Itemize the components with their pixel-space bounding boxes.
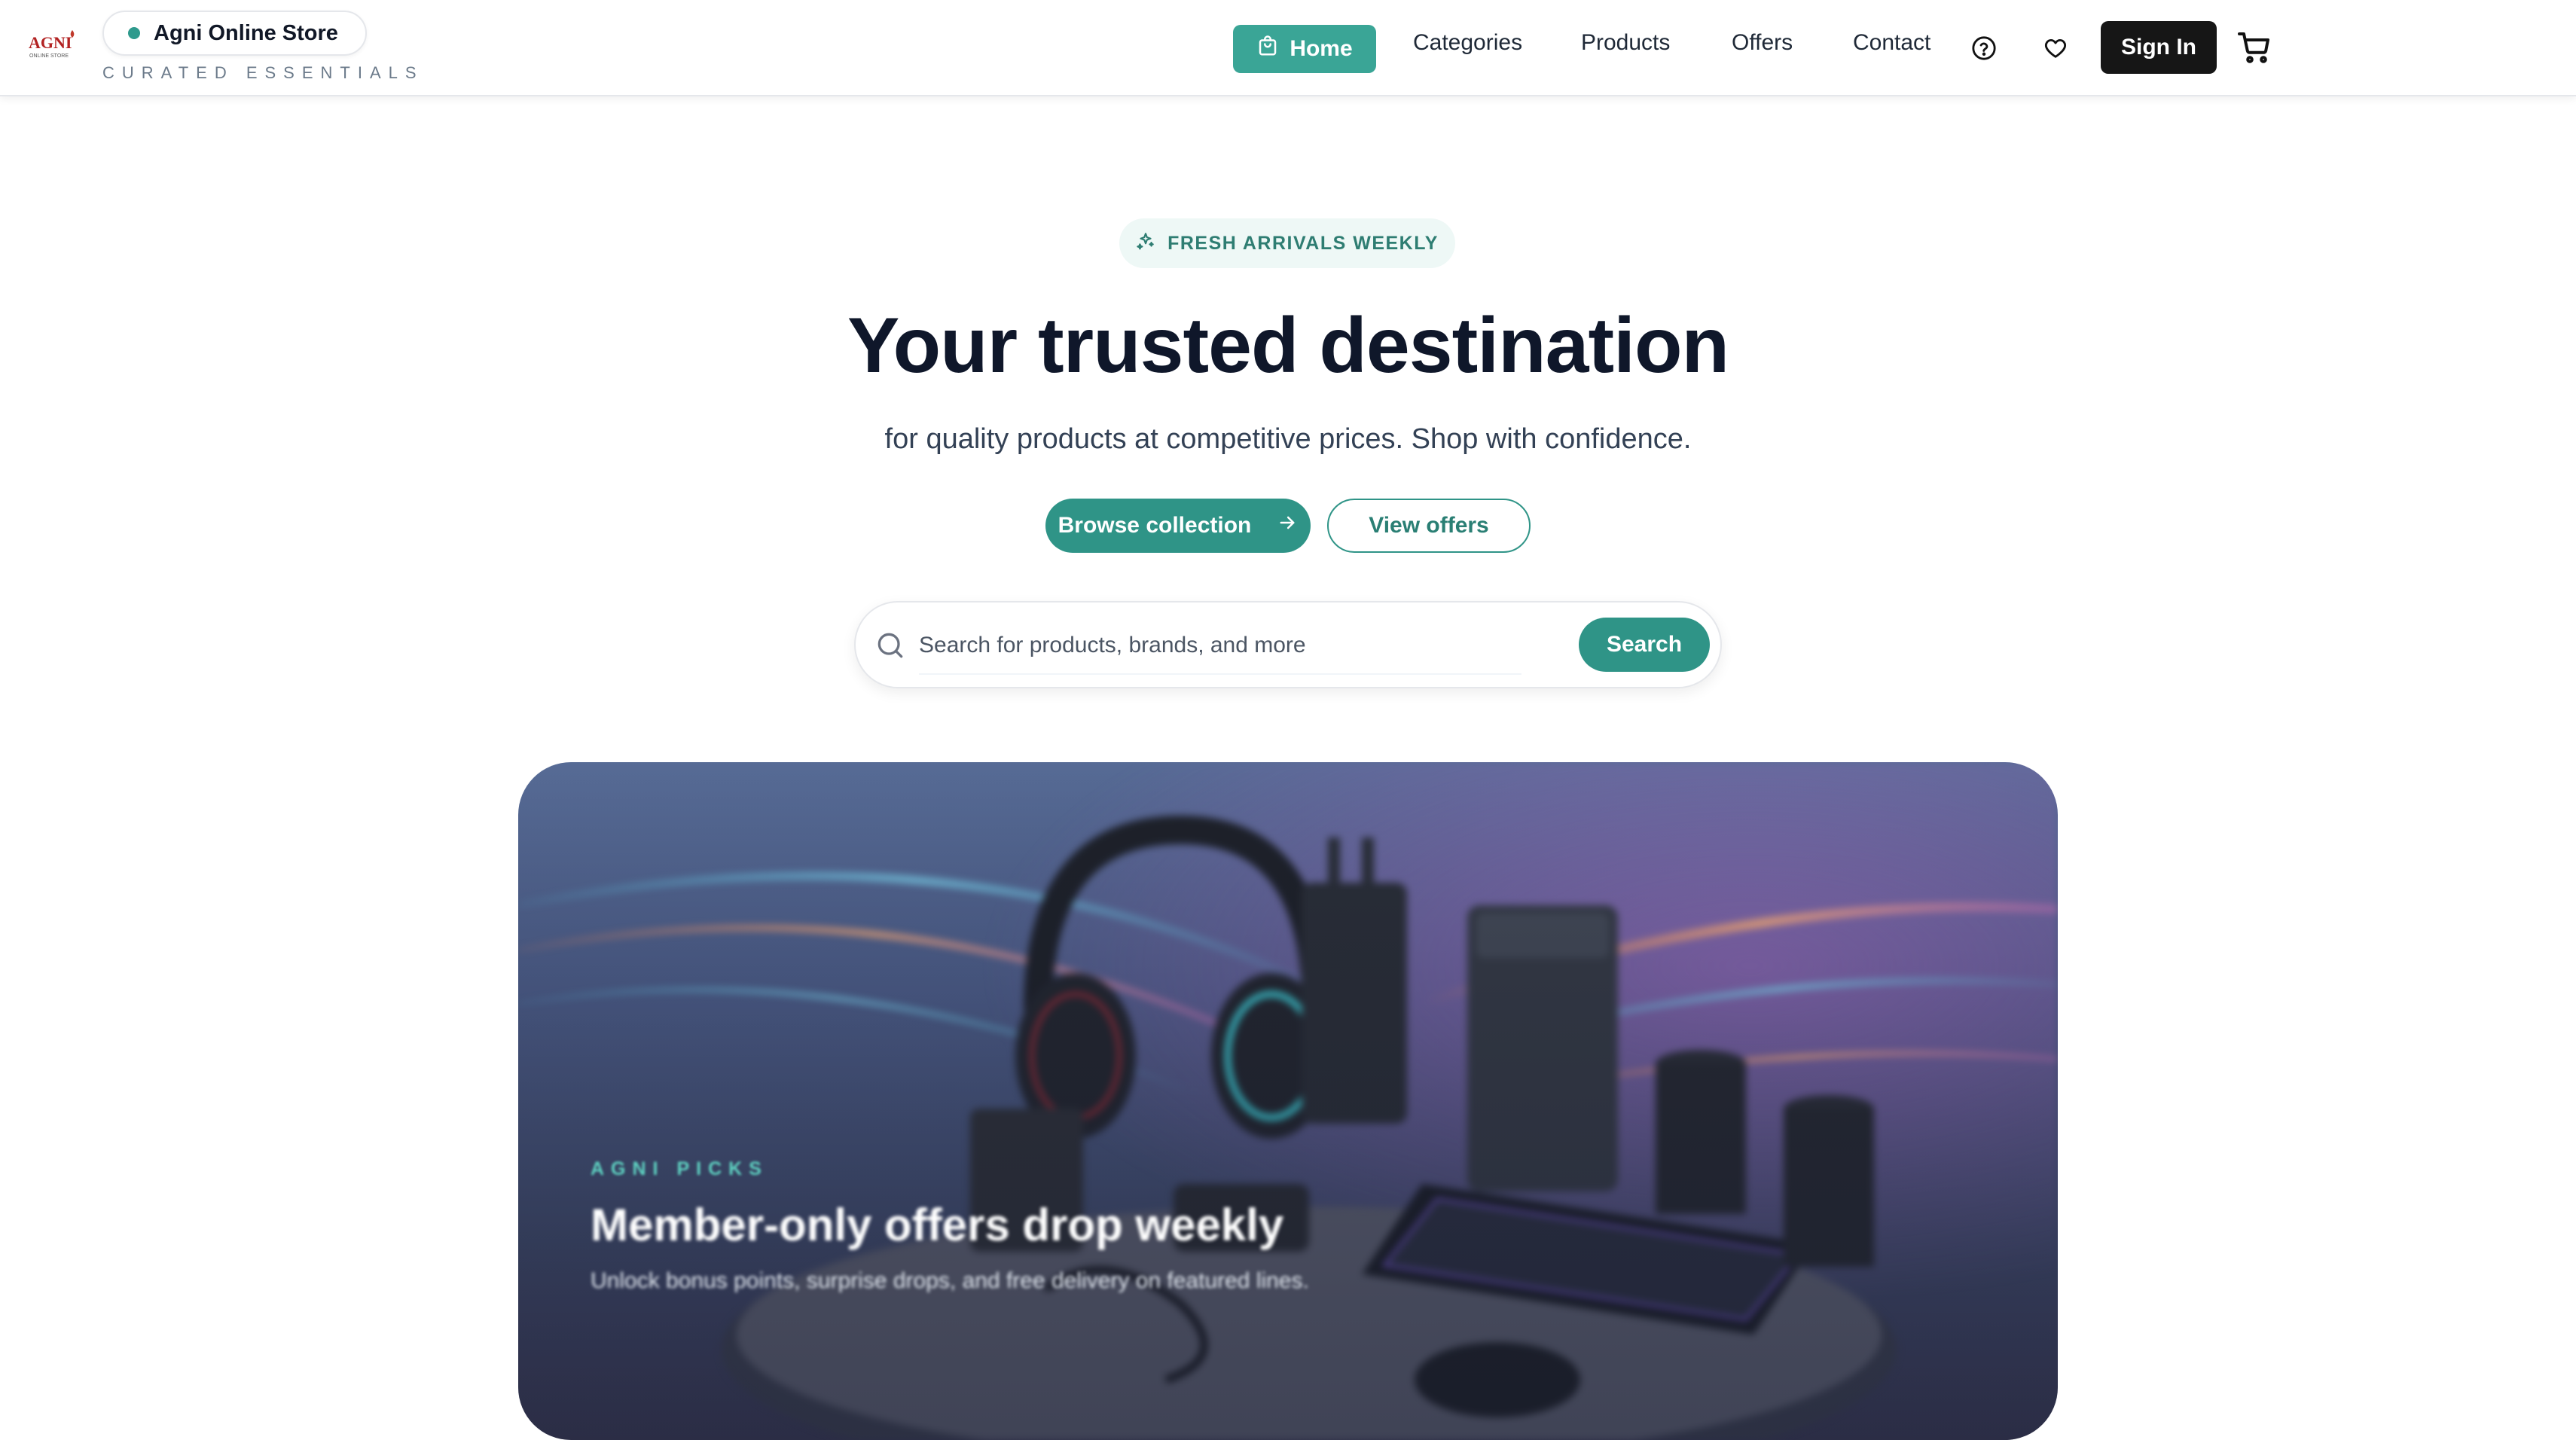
fresh-arrivals-badge: FRESH ARRIVALS WEEKLY: [1119, 218, 1455, 268]
nav-categories[interactable]: Categories: [1413, 30, 1522, 56]
banner-overlay: [518, 762, 2058, 1440]
nav-products[interactable]: Products: [1581, 30, 1670, 56]
promo-banner[interactable]: AGNI PICKS Member-only offers drop weekl…: [518, 762, 2058, 1440]
status-dot: [128, 27, 140, 39]
search-bar: Search: [854, 601, 1722, 688]
heart-icon[interactable]: [2039, 32, 2072, 65]
sparkles-icon: [1136, 231, 1155, 256]
badge-label: FRESH ARRIVALS WEEKLY: [1167, 232, 1439, 254]
view-offers-button[interactable]: View offers: [1327, 499, 1531, 553]
brand-name: Agni Online Store: [154, 20, 338, 45]
store-logo[interactable]: AGNI ONLINE STORE: [29, 27, 78, 60]
search-input[interactable]: [919, 618, 1521, 675]
banner-subtitle: Unlock bonus points, surprise drops, and…: [591, 1268, 1309, 1293]
hero-subtitle: for quality products at competitive pric…: [884, 423, 1692, 455]
brand-tagline: CURATED ESSENTIALS: [102, 63, 424, 82]
nav-contact[interactable]: Contact: [1853, 30, 1930, 56]
banner-kicker: AGNI PICKS: [591, 1158, 768, 1179]
shopping-bag-icon: [1256, 35, 1279, 63]
nav-home-label: Home: [1290, 36, 1353, 61]
arrow-right-icon: [1277, 512, 1298, 539]
browse-collection-button[interactable]: Browse collection: [1045, 499, 1311, 553]
site-header: AGNI ONLINE STORE Agni Online Store CURA…: [0, 0, 2576, 96]
help-circle-icon[interactable]: [1967, 32, 2001, 65]
browse-collection-label: Browse collection: [1058, 513, 1252, 538]
brand-pill[interactable]: Agni Online Store: [102, 11, 367, 56]
nav-offers[interactable]: Offers: [1732, 30, 1793, 56]
sign-in-button[interactable]: Sign In: [2101, 21, 2217, 74]
search-button[interactable]: Search: [1579, 618, 1710, 672]
nav-home-button[interactable]: Home: [1233, 25, 1376, 73]
banner-title: Member-only offers drop weekly: [591, 1200, 1284, 1250]
svg-text:ONLINE STORE: ONLINE STORE: [29, 53, 69, 59]
hero-title: Your trusted destination: [847, 302, 1729, 389]
svg-text:AGNI: AGNI: [29, 33, 72, 52]
search-icon: [874, 629, 907, 662]
cart-icon[interactable]: [2236, 29, 2273, 66]
